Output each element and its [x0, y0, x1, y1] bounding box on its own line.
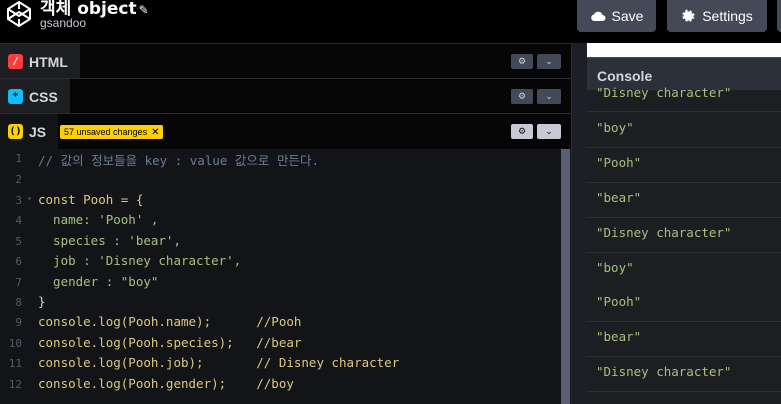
line-number: 11	[8, 357, 22, 370]
gear-icon	[682, 8, 695, 22]
tab-html-label: HTML	[29, 53, 68, 70]
line-number: 10	[8, 337, 22, 350]
code-text: console.log(Pooh.job); // Disney charact…	[38, 355, 400, 370]
chevron-down-icon: ⌄	[545, 126, 553, 136]
gear-icon: ⚙	[517, 91, 527, 101]
codepen-logo-icon[interactable]	[6, 0, 32, 28]
code-line: 3 ▾ const Pooh = {	[0, 192, 560, 212]
code-text: console.log(Pooh.name); //Pooh	[38, 314, 302, 329]
tab-css[interactable]: * CSS	[0, 79, 70, 114]
line-number: 5	[15, 235, 22, 248]
line-number: 1	[15, 152, 22, 165]
code-line: 1 // 값의 정보들을 key : value 값으로 만든다.	[0, 150, 560, 170]
code-line: 9 console.log(Pooh.name); //Pooh	[0, 314, 560, 334]
code-text: name: 'Pooh' ,	[38, 212, 159, 227]
tab-js[interactable]: () JS	[0, 114, 59, 149]
console-log-entry: "boy"	[587, 113, 781, 148]
line-number: 9	[15, 316, 22, 329]
js-panel-header: () JS 57 unsaved changes ✕ ⚙ ⌄	[0, 113, 571, 149]
tab-html[interactable]: / HTML	[0, 44, 80, 79]
username[interactable]: gsandoo	[40, 16, 86, 30]
code-line: 12 console.log(Pooh.gender); //boy	[0, 376, 560, 396]
console-title: Console	[597, 68, 653, 84]
css-panel-header: * CSS ⚙ ⌄	[0, 78, 571, 114]
line-number: 6	[15, 255, 22, 268]
console-log-entry: "Pooh"	[587, 148, 781, 183]
css-collapse-button[interactable]: ⌄	[537, 89, 561, 104]
code-text: gender : "boy"	[38, 274, 159, 289]
code-line: 5 species : 'bear',	[0, 233, 560, 253]
line-number: 2	[15, 173, 22, 186]
console-log-entry: "Pooh"	[587, 287, 781, 322]
code-line: 11 console.log(Pooh.job); // Disney char…	[0, 355, 560, 375]
console-log-text: "bear"	[596, 329, 642, 344]
console-log-entry: "boy"	[587, 253, 781, 288]
line-number: 7	[15, 276, 22, 289]
code-text: const Pooh = {	[38, 192, 144, 207]
js-icon: ()	[8, 124, 23, 139]
code-text: species : 'bear',	[38, 233, 181, 248]
editor-scrollbar-thumb[interactable]	[561, 149, 570, 404]
console-log-entry: "Disney character"	[587, 85, 781, 112]
console-log-text: "Disney character"	[596, 85, 732, 100]
console-log-text: "Disney character"	[596, 225, 732, 240]
settings-button[interactable]: Settings	[667, 0, 767, 32]
console-log-text: "Pooh"	[596, 294, 642, 309]
unsaved-changes-text: 57 unsaved changes	[64, 127, 148, 137]
line-number: 12	[8, 378, 22, 391]
app-header: 객체 object ✎ gsandoo Save Settings	[0, 0, 781, 43]
cloud-icon	[590, 11, 606, 21]
js-settings-button[interactable]: ⚙	[511, 124, 533, 139]
close-icon[interactable]: ✕	[151, 127, 159, 138]
html-panel-header: / HTML ⚙ ⌄	[0, 43, 571, 79]
code-line: 6 job : 'Disney character',	[0, 253, 560, 273]
code-text: // 값의 정보들을 key : value 값으로 만든다.	[38, 153, 319, 168]
console-log-entry: "bear"	[587, 183, 781, 218]
settings-button-label: Settings	[702, 8, 753, 24]
chevron-down-icon: ⌄	[545, 91, 553, 101]
code-line: 4 name: 'Pooh' ,	[0, 212, 560, 232]
console-log-text: "Pooh"	[596, 155, 642, 170]
console-log-text: "boy"	[596, 120, 634, 135]
line-number: 3	[15, 194, 22, 207]
code-text: job : 'Disney character',	[38, 253, 242, 268]
tab-css-label: CSS	[29, 88, 58, 105]
preview-frame	[587, 43, 781, 57]
html-icon: /	[8, 54, 23, 69]
css-settings-button[interactable]: ⚙	[511, 89, 533, 104]
chevron-down-icon: ⌄	[545, 56, 553, 66]
console-log-entry: "Disney character"	[587, 218, 781, 253]
save-button[interactable]: Save	[577, 0, 656, 32]
code-text: console.log(Pooh.gender); //boy	[38, 376, 294, 391]
console-log-text: "Disney character"	[596, 364, 732, 379]
pencil-icon[interactable]: ✎	[139, 3, 149, 17]
line-number: 4	[15, 214, 22, 227]
css-icon: *	[8, 89, 23, 104]
code-line: 10 console.log(Pooh.species); //bear	[0, 335, 560, 355]
unsaved-changes-badge[interactable]: 57 unsaved changes ✕	[60, 125, 164, 139]
header-overflow-button[interactable]	[777, 0, 781, 32]
save-button-label: Save	[611, 8, 644, 24]
fold-arrow-icon[interactable]: ▾	[27, 194, 32, 203]
html-settings-button[interactable]: ⚙	[511, 54, 533, 69]
editor-resize-handle[interactable]	[571, 43, 587, 404]
code-text: }	[38, 294, 46, 309]
console-log-entry: "bear"	[587, 322, 781, 357]
code-text: console.log(Pooh.species); //bear	[38, 335, 302, 350]
code-line: 2	[0, 171, 560, 191]
gear-icon: ⚙	[517, 56, 527, 66]
js-collapse-button[interactable]: ⌄	[537, 124, 561, 139]
console-log-text: "boy"	[596, 260, 634, 275]
code-line: 7 gender : "boy"	[0, 274, 560, 294]
gear-icon: ⚙	[517, 126, 527, 136]
tab-js-label: JS	[29, 123, 47, 140]
code-line: 8 }	[0, 294, 560, 314]
line-number: 8	[15, 296, 22, 309]
html-collapse-button[interactable]: ⌄	[537, 54, 561, 69]
console-log-text: "bear"	[596, 190, 642, 205]
js-code-editor[interactable]: 1 // 값의 정보들을 key : value 값으로 만든다. 2 3 ▾ …	[0, 149, 560, 404]
console-log-entry: "Disney character"	[587, 357, 781, 392]
